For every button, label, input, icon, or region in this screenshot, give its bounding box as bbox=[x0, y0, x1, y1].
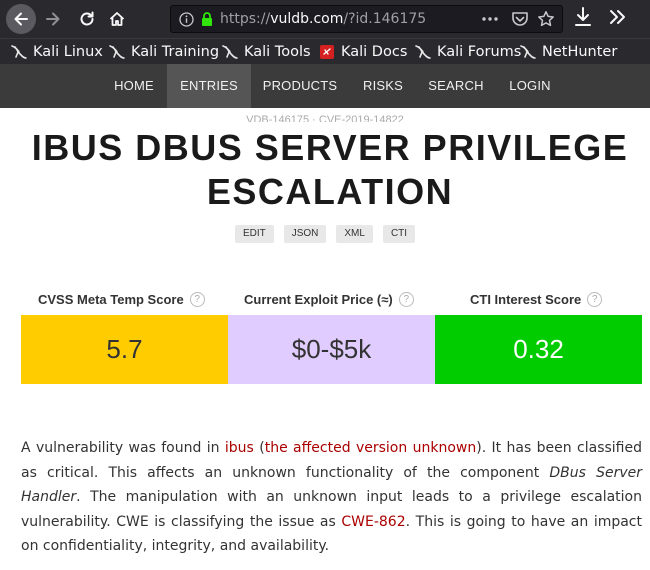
xml-link[interactable]: XML bbox=[336, 225, 373, 243]
help-icon[interactable]: ? bbox=[587, 291, 603, 307]
cti-score-label: CTI Interest Score ? bbox=[470, 290, 603, 308]
back-button[interactable] bbox=[6, 4, 36, 34]
arrow-left-icon bbox=[14, 12, 28, 26]
arrow-right-icon bbox=[46, 12, 60, 26]
exploit-price-label: Current Exploit Price (≈) ? bbox=[244, 290, 414, 308]
nav-login[interactable]: LOGIN bbox=[496, 64, 564, 108]
site-nav: HOME ENTRIES PRODUCTS RISKS SEARCH LOGIN bbox=[0, 64, 650, 108]
description-text: ( bbox=[253, 440, 265, 456]
url-bar[interactable]: https://vuldb.com/?id.146175 bbox=[170, 5, 563, 33]
nav-home[interactable]: HOME bbox=[103, 64, 165, 108]
format-links: EDIT JSON XML CTI bbox=[0, 225, 650, 243]
bookmark-nethunter[interactable]: NetHunter bbox=[519, 41, 617, 63]
forward-button[interactable] bbox=[40, 6, 66, 32]
nav-entries[interactable]: ENTRIES bbox=[167, 64, 251, 108]
url-scheme: https:// bbox=[220, 11, 271, 27]
bookmark-label: Kali Forums bbox=[437, 44, 522, 60]
cti-link[interactable]: CTI bbox=[382, 225, 416, 243]
kali-docs-icon bbox=[320, 45, 334, 59]
chevron-double-right-icon[interactable] bbox=[606, 6, 628, 28]
reload-icon bbox=[80, 11, 94, 26]
info-icon[interactable] bbox=[179, 12, 194, 27]
bookmark-label: Kali Linux bbox=[33, 44, 103, 60]
lock-icon bbox=[202, 12, 212, 26]
cvss-score-value: 5.7 bbox=[21, 315, 228, 384]
cvss-score-label-text: CVSS Meta Temp Score bbox=[38, 291, 184, 307]
nav-search[interactable]: SEARCH bbox=[418, 64, 494, 108]
bookmark-kali-forums[interactable]: Kali Forums bbox=[414, 41, 521, 63]
kali-dragon-icon bbox=[520, 45, 536, 59]
kali-dragon-icon bbox=[415, 45, 431, 59]
url-text[interactable]: https://vuldb.com/?id.146175 bbox=[220, 11, 426, 27]
kali-dragon-icon bbox=[109, 45, 125, 59]
reload-button[interactable] bbox=[74, 6, 100, 32]
home-icon bbox=[109, 12, 125, 26]
help-icon[interactable]: ? bbox=[398, 291, 414, 307]
pocket-icon[interactable] bbox=[511, 11, 529, 27]
bookmark-label: Kali Docs bbox=[341, 44, 408, 60]
bookmarks-bar: Kali Linux Kali Training Kali Tools Kali… bbox=[0, 38, 650, 64]
kali-dragon-icon bbox=[11, 45, 27, 59]
cti-score-value: 0.32 bbox=[435, 315, 642, 384]
description-text: A vulnerability was found in bbox=[21, 440, 225, 456]
bookmark-kali-docs[interactable]: Kali Docs bbox=[318, 41, 407, 63]
nav-products[interactable]: PRODUCTS bbox=[252, 64, 348, 108]
json-link[interactable]: JSON bbox=[283, 225, 327, 243]
cvss-score-label: CVSS Meta Temp Score ? bbox=[38, 290, 205, 308]
bookmark-kali-tools[interactable]: Kali Tools bbox=[221, 41, 311, 63]
bookmark-star-icon[interactable] bbox=[537, 10, 555, 28]
exploit-price-value: $0-$5k bbox=[228, 315, 435, 384]
cwe-link[interactable]: CWE-862 bbox=[341, 514, 405, 530]
entry-id-line: VDB-146175 · CVE-2019-14822 bbox=[0, 108, 650, 122]
kali-dragon-icon bbox=[222, 45, 238, 59]
browser-toolbar: https://vuldb.com/?id.146175 bbox=[0, 0, 650, 38]
vulnerability-description: A vulnerability was found in ibus (the a… bbox=[21, 436, 642, 559]
url-host: vuldb.com bbox=[270, 11, 344, 27]
bookmark-label: NetHunter bbox=[542, 44, 618, 60]
page-actions-icon[interactable] bbox=[481, 12, 499, 26]
exploit-price-label-text: Current Exploit Price (≈) bbox=[244, 291, 393, 307]
help-icon[interactable]: ? bbox=[189, 291, 205, 307]
cti-score-label-text: CTI Interest Score bbox=[470, 291, 582, 307]
edit-link[interactable]: EDIT bbox=[234, 225, 274, 243]
url-path: /?id.146175 bbox=[343, 11, 427, 27]
product-link[interactable]: ibus bbox=[225, 440, 254, 456]
bookmark-kali-linux[interactable]: Kali Linux bbox=[10, 41, 103, 63]
bookmark-label: Kali Training bbox=[131, 44, 220, 60]
bookmark-label: Kali Tools bbox=[244, 44, 311, 60]
nav-risks[interactable]: RISKS bbox=[350, 64, 416, 108]
home-button[interactable] bbox=[104, 6, 130, 32]
bookmark-kali-training[interactable]: Kali Training bbox=[108, 41, 219, 63]
page-title: IBUS DBUS SERVER PRIVILEGE ESCALATION bbox=[31, 127, 629, 212]
version-link[interactable]: the affected version unknown bbox=[265, 440, 477, 456]
download-icon[interactable] bbox=[573, 6, 593, 28]
entry-id-text: VDB-146175 · CVE-2019-14822 bbox=[246, 114, 404, 122]
